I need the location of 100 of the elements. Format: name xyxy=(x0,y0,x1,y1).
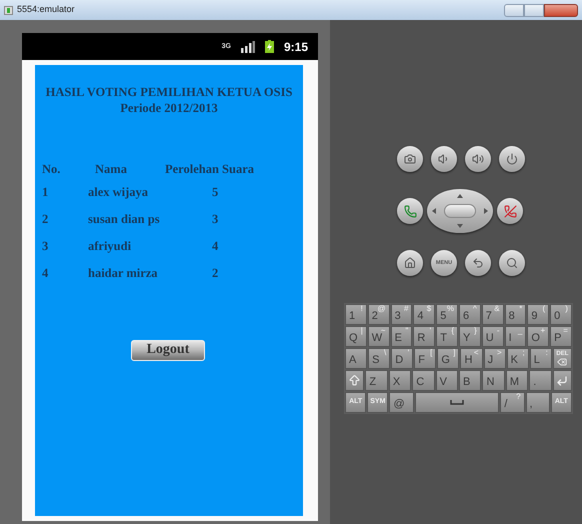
volume-up-button[interactable] xyxy=(465,146,491,172)
table-cell-text: 1 xyxy=(42,184,50,202)
signal-icon xyxy=(240,40,255,52)
keyboard-key[interactable]: L : xyxy=(530,348,552,369)
key-secondary-label: < xyxy=(474,349,479,357)
table-cell-text: 5 xyxy=(212,184,218,202)
keyboard-key[interactable]: G ] xyxy=(437,348,460,369)
key-secondary-label: > xyxy=(496,349,502,357)
key-label: 5 xyxy=(440,309,446,324)
key-label: 0 xyxy=(554,309,560,324)
keyboard-key[interactable]: X xyxy=(388,370,412,391)
enter-icon xyxy=(556,374,568,386)
table-cell-text: susan dian ps xyxy=(88,211,161,228)
dpad[interactable] xyxy=(427,189,493,233)
keyboard-key[interactable]: 1 ! xyxy=(345,304,367,325)
left-arrow-icon xyxy=(432,208,436,214)
keyboard-key[interactable]: , xyxy=(526,392,550,413)
keyboard-key[interactable]: D ' xyxy=(391,348,414,369)
key-label: I xyxy=(508,331,512,346)
home-button[interactable] xyxy=(397,250,423,276)
keyboard-key[interactable]: 7 & xyxy=(482,304,504,325)
keyboard-key[interactable]: I _ xyxy=(504,326,526,347)
key-secondary-label: ! xyxy=(360,305,363,313)
key-label: 8 xyxy=(508,309,515,324)
keyboard-key[interactable]: P = xyxy=(550,326,572,347)
keyboard-key[interactable]: 6 ^ xyxy=(458,304,481,325)
key-secondary-label: ] xyxy=(453,349,456,357)
page-title: HASIL VOTING PEMILIHAN KETUA OSIS xyxy=(44,85,294,101)
keyboard-key[interactable]: R ' xyxy=(413,326,436,347)
keyboard-key[interactable]: K ; xyxy=(506,348,529,369)
up-arrow-icon xyxy=(457,194,463,198)
keyboard-key[interactable]: E " xyxy=(390,326,412,347)
key-label: Z xyxy=(369,375,376,390)
keyboard-key[interactable]: O + xyxy=(527,326,550,347)
keyboard-key[interactable]: 4 $ xyxy=(413,304,436,325)
close-button[interactable] xyxy=(544,4,578,16)
keyboard-key[interactable]: 8 * xyxy=(504,304,526,325)
key-label: / xyxy=(504,397,508,412)
keyboard-key[interactable]: W ~ xyxy=(368,326,390,347)
keyboard-key[interactable]: @ xyxy=(389,392,414,413)
keyboard-key[interactable]: B xyxy=(459,370,482,391)
keyboard-key[interactable]: S \ xyxy=(368,348,390,369)
keyboard-key[interactable]: Y } xyxy=(458,326,481,347)
space-key[interactable] xyxy=(414,392,500,413)
keyboard-key[interactable]: 2 @ xyxy=(368,304,390,325)
key-label: A xyxy=(349,353,356,368)
key-secondary-label: $ xyxy=(426,305,432,313)
call-button[interactable] xyxy=(397,198,423,224)
column-header: Perolehan Suara xyxy=(165,160,254,178)
camera-button[interactable] xyxy=(397,146,423,172)
volume-down-button[interactable] xyxy=(431,146,457,172)
logout-button[interactable]: Logout xyxy=(131,340,205,361)
keyboard-key[interactable]: T { xyxy=(436,326,458,347)
key-label: K xyxy=(510,353,518,368)
keyboard-key[interactable]: Q | xyxy=(345,326,367,347)
key-label: X xyxy=(392,375,400,390)
keyboard-key[interactable]: Z xyxy=(365,370,388,391)
back-button[interactable] xyxy=(465,250,491,276)
keyboard-key[interactable]: 3 # xyxy=(390,304,412,325)
keyboard-key[interactable]: N xyxy=(482,370,505,391)
power-icon xyxy=(506,153,518,165)
keyboard-key[interactable]: / ? xyxy=(500,392,525,413)
backspace-icon xyxy=(557,356,568,366)
keyboard-key[interactable]: F [ xyxy=(414,348,436,369)
key-secondary-label: : xyxy=(546,349,548,357)
keyboard-key[interactable]: A xyxy=(345,348,368,369)
keyboard-key[interactable]: 9 ( xyxy=(527,304,550,325)
space-icon xyxy=(450,400,464,405)
key-secondary-label: } xyxy=(474,327,477,335)
key-label: . xyxy=(533,375,536,390)
keyboard-key[interactable]: M xyxy=(506,370,528,391)
end-call-button[interactable] xyxy=(497,198,523,224)
keyboard-key[interactable]: J > xyxy=(484,348,506,369)
key-secondary-label: ) xyxy=(565,305,568,313)
key-label: 1 xyxy=(349,309,356,324)
keyboard-key[interactable]: C xyxy=(412,370,435,391)
column-header: No. xyxy=(42,160,62,178)
table-cell-text: 2 xyxy=(42,211,50,228)
key-secondary-label: = xyxy=(563,327,568,335)
page-subtitle: Periode 2012/2013 xyxy=(119,100,219,116)
keyboard-key[interactable]: . xyxy=(529,370,552,391)
right-arrow-icon xyxy=(484,208,488,214)
keyboard-key[interactable]: 0 ) xyxy=(550,304,572,325)
table-cell-text: 4 xyxy=(212,238,218,256)
key-secondary-label: ? xyxy=(516,393,521,401)
power-button[interactable] xyxy=(499,146,525,172)
keyboard-key[interactable]: U - xyxy=(482,326,504,347)
key-label: O xyxy=(531,331,540,346)
shift-key[interactable] xyxy=(345,370,364,391)
table-cell-text: 3 xyxy=(42,238,50,256)
keyboard-key[interactable]: V xyxy=(436,370,458,391)
key-secondary-label: % xyxy=(446,305,454,313)
keyboard-key[interactable]: 5 % xyxy=(436,304,458,325)
volume-down-icon xyxy=(438,153,450,165)
key-label: V xyxy=(440,375,447,390)
search-button[interactable] xyxy=(499,250,525,276)
key-label: Y xyxy=(462,331,470,346)
enter-key[interactable] xyxy=(552,370,572,391)
key-secondary-label: @ xyxy=(377,305,386,313)
keyboard-key[interactable]: H < xyxy=(460,348,483,369)
